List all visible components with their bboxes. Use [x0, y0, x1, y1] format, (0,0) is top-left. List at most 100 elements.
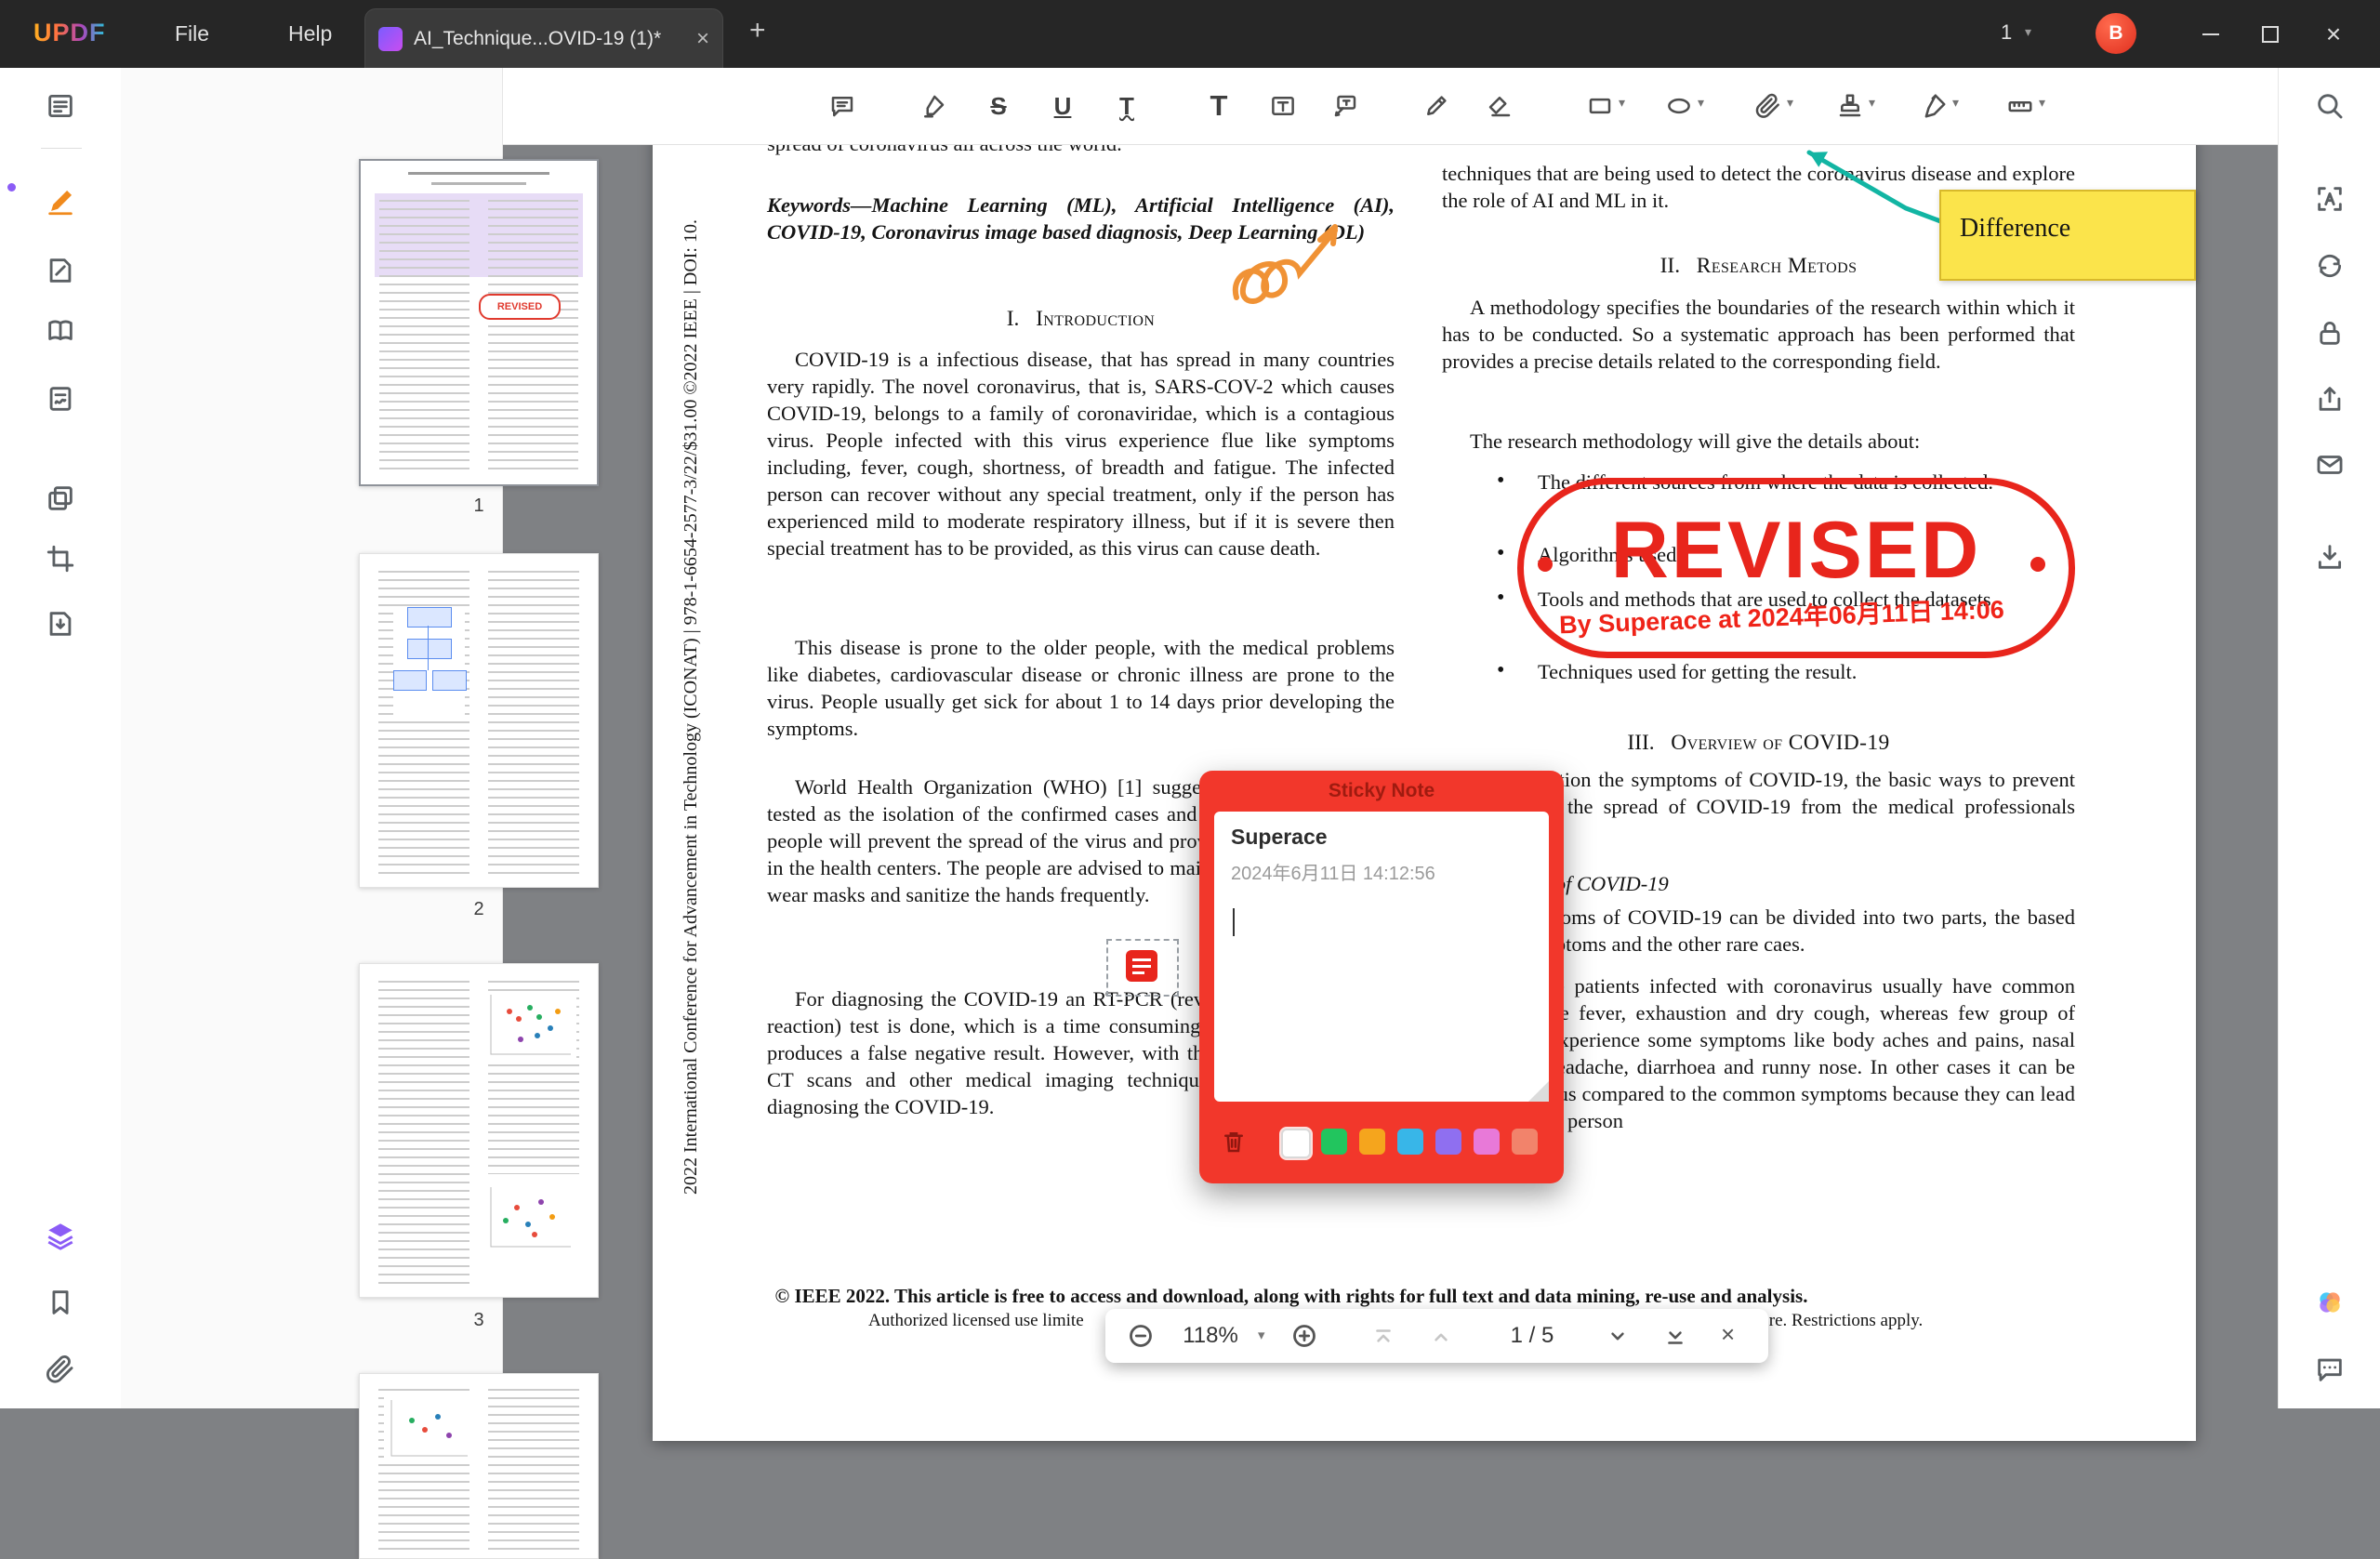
- highlight-marker-tool-button[interactable]: [915, 87, 952, 125]
- ellipse-shape-caret-icon[interactable]: ▾: [1698, 95, 1704, 111]
- sticky-note-selection-box[interactable]: [1106, 939, 1179, 997]
- page-thumbnail-4[interactable]: [359, 1373, 599, 1559]
- strikethrough-tool-button[interactable]: S: [980, 87, 1017, 125]
- notification-caret-icon[interactable]: ▾: [2025, 24, 2031, 40]
- callout-tool-button[interactable]: [1327, 87, 1364, 125]
- measure-tool-button[interactable]: [2002, 87, 2039, 125]
- menu-help[interactable]: Help: [279, 0, 341, 68]
- color-swatch-pink[interactable]: [1474, 1129, 1500, 1155]
- stamp-handle-left[interactable]: [1538, 557, 1553, 572]
- document-tab[interactable]: AI_Technique...OVID-19 (1)* ×: [364, 8, 723, 68]
- pencil-tool-button[interactable]: [1418, 87, 1455, 125]
- color-swatch-white-selected[interactable]: [1281, 1129, 1311, 1158]
- first-page-button[interactable]: [1371, 1325, 1395, 1349]
- signature-caret-icon[interactable]: ▾: [1952, 95, 1959, 111]
- comment-marker-icon: [45, 186, 76, 218]
- close-toolbar-button[interactable]: ×: [1721, 1320, 1735, 1349]
- signature-tool-button[interactable]: [1915, 87, 1952, 125]
- color-swatch-purple[interactable]: [1435, 1129, 1461, 1155]
- zoom-level-value[interactable]: 118%: [1170, 1323, 1250, 1349]
- stamp-caret-icon[interactable]: ▾: [1869, 95, 1875, 111]
- ocr-button[interactable]: [2314, 183, 2346, 215]
- zoom-caret-icon[interactable]: ▾: [1258, 1327, 1265, 1343]
- search-button[interactable]: [2314, 90, 2346, 122]
- teal-arrow-annotation[interactable]: [1787, 138, 1964, 240]
- organize-pages-button[interactable]: [45, 482, 76, 514]
- page-thumbnail-3[interactable]: [359, 963, 599, 1298]
- bookmark-icon: [45, 1287, 76, 1318]
- feedback-button[interactable]: [2314, 1354, 2346, 1385]
- color-swatch-salmon[interactable]: [1512, 1129, 1538, 1155]
- callout-icon: [1331, 92, 1359, 120]
- ai-assistant-button[interactable]: [2314, 1287, 2346, 1318]
- page-thumbnail-2[interactable]: [359, 553, 599, 888]
- avatar[interactable]: B: [2096, 13, 2136, 54]
- fill-sign-button[interactable]: [45, 383, 76, 415]
- crop-page-button[interactable]: [45, 543, 76, 575]
- sticky-note-text-input[interactable]: [1231, 901, 1536, 1089]
- extract-page-button[interactable]: [45, 608, 76, 640]
- bookmark-panel-button[interactable]: [45, 1287, 76, 1318]
- orange-squiggle-annotation[interactable]: [1220, 208, 1396, 316]
- attach-file-tool-button[interactable]: [1750, 87, 1787, 125]
- share-button[interactable]: [2314, 383, 2346, 415]
- sticky-note-marker-icon[interactable]: [1126, 950, 1157, 982]
- attachment-panel-button[interactable]: [45, 1354, 76, 1385]
- previous-page-button[interactable]: [1429, 1325, 1453, 1349]
- add-text-tool-button[interactable]: T: [1200, 87, 1237, 125]
- edit-pdf-button[interactable]: [45, 255, 76, 286]
- window-minimize-button[interactable]: [2187, 0, 2235, 68]
- rectangle-shape-tool-button[interactable]: [1581, 87, 1619, 125]
- stamp-handle-right[interactable]: [2030, 557, 2045, 572]
- difference-note-box[interactable]: Difference: [1939, 190, 2196, 281]
- minimize-icon: [2202, 33, 2219, 35]
- reader-panel-button[interactable]: [45, 90, 76, 122]
- highlighter-block-icon: [1486, 92, 1514, 120]
- card-fold-corner: [1528, 1081, 1549, 1102]
- new-tab-button[interactable]: +: [749, 15, 766, 46]
- save-button[interactable]: [2314, 541, 2346, 573]
- ruler-icon: [2006, 92, 2034, 120]
- ocr-icon: [2314, 183, 2346, 215]
- color-swatch-orange[interactable]: [1359, 1129, 1385, 1155]
- notification-count[interactable]: 1: [2001, 20, 2012, 45]
- highlighter-block-tool-button[interactable]: [1481, 87, 1518, 125]
- color-swatch-green[interactable]: [1321, 1129, 1347, 1155]
- rectangle-shape-caret-icon[interactable]: ▾: [1619, 95, 1625, 111]
- delete-note-button[interactable]: [1220, 1128, 1248, 1156]
- page-indicator[interactable]: 1 / 5: [1472, 1323, 1593, 1349]
- ellipse-shape-tool-button[interactable]: [1660, 87, 1698, 125]
- measure-caret-icon[interactable]: ▾: [2039, 95, 2045, 111]
- last-page-button[interactable]: [1663, 1325, 1687, 1349]
- layers-panel-button[interactable]: [45, 1220, 76, 1251]
- window-maximize-button[interactable]: [2246, 0, 2294, 68]
- comment-mode-button-active[interactable]: [45, 186, 76, 218]
- tab-close-icon[interactable]: ×: [687, 26, 709, 52]
- email-button[interactable]: [2314, 449, 2346, 481]
- stamp-tool-button[interactable]: [1831, 87, 1869, 125]
- reader-mode-button[interactable]: [45, 315, 76, 347]
- window-close-button[interactable]: ×: [2309, 0, 2358, 68]
- copy-pages-icon: [45, 482, 76, 514]
- menu-file[interactable]: File: [165, 0, 218, 68]
- thumbnail-panel: REVISED 1 2 3: [121, 68, 503, 1408]
- attach-file-caret-icon[interactable]: ▾: [1787, 95, 1793, 111]
- protect-button[interactable]: [2314, 317, 2346, 349]
- zoom-in-button[interactable]: [1291, 1323, 1317, 1349]
- ellipse-shape-icon: [1665, 92, 1693, 120]
- updf-logo[interactable]: UPDF: [33, 19, 106, 47]
- sticky-note-popup[interactable]: Sticky Note Superace 2024年6月11日 14:12:56: [1199, 771, 1564, 1183]
- convert-button[interactable]: [2314, 250, 2346, 282]
- sticky-note-tool-button[interactable]: [824, 87, 861, 125]
- page-thumbnail-1[interactable]: REVISED: [359, 159, 599, 486]
- color-swatch-blue[interactable]: [1397, 1129, 1423, 1155]
- signature-nib-icon: [1920, 92, 1948, 120]
- strikethrough-icon: S: [990, 92, 1006, 121]
- underline-tool-button[interactable]: U: [1044, 87, 1081, 125]
- next-page-button[interactable]: [1606, 1325, 1630, 1349]
- text-box-tool-button[interactable]: [1264, 87, 1302, 125]
- share-icon: [2314, 383, 2346, 415]
- squiggly-underline-tool-button[interactable]: T: [1108, 87, 1145, 125]
- thumbnail-page-number-1: 1: [359, 495, 599, 517]
- zoom-out-button[interactable]: [1128, 1323, 1154, 1349]
